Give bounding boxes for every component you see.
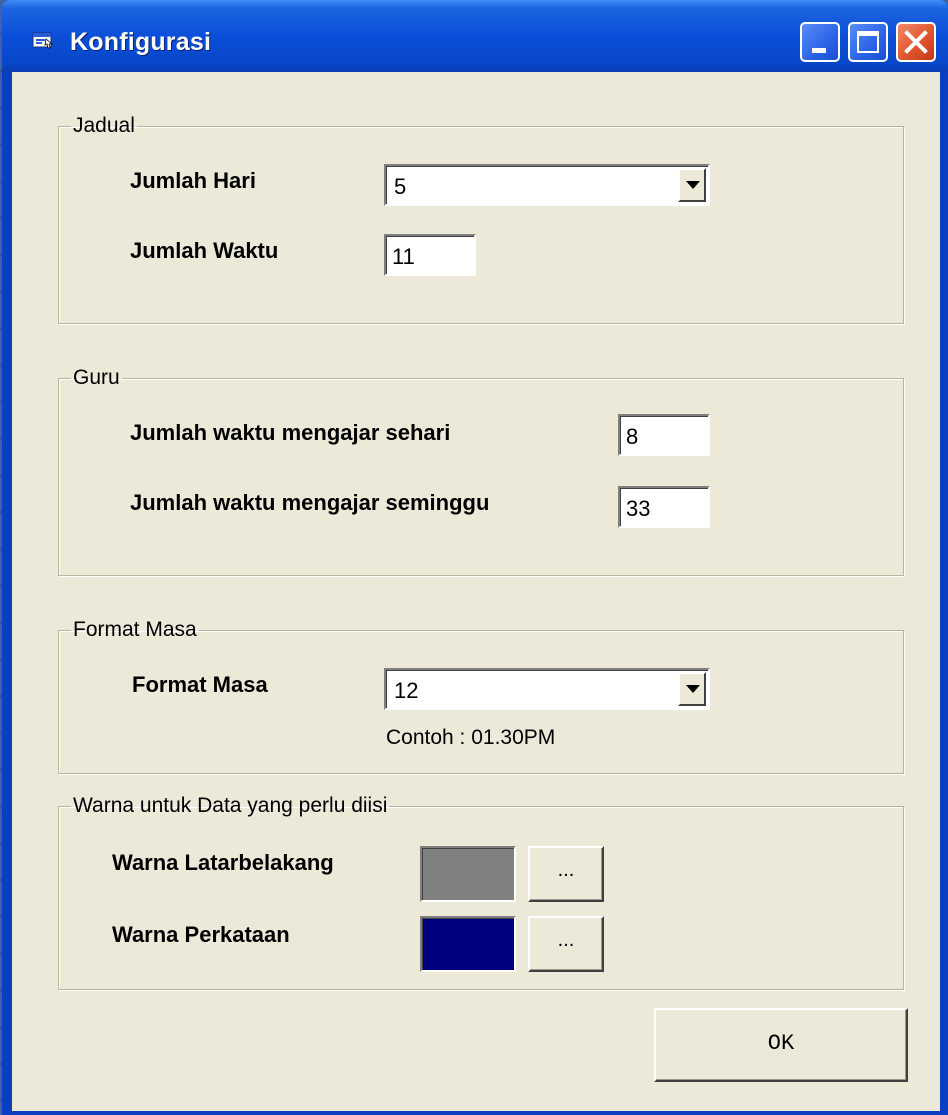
guru-legend: Guru [73,366,120,389]
format-masa-dropdown-button[interactable] [678,672,706,706]
latarbelakang-color-swatch [420,846,516,902]
jumlah-hari-label: Jumlah Hari [130,168,256,193]
jumlah-waktu-input[interactable]: 11 [384,234,476,276]
jumlah-hari-value: 5 [394,174,407,199]
close-icon [904,30,928,54]
waktu-sehari-input[interactable]: 8 [618,414,710,456]
title-bar[interactable]: Konfigurasi [2,0,948,72]
config-dialog: Konfigurasi Jadual Jumlah Hari 5 Jumlah … [2,0,948,1115]
format-masa-example: Contoh : 01.30PM [386,726,556,749]
guru-group: Guru [58,366,904,576]
dialog-client-area: Jadual Jumlah Hari 5 Jumlah Waktu 11 Gur… [12,72,940,1111]
jumlah-hari-select[interactable]: 5 [384,164,710,206]
waktu-seminggu-label: Jumlah waktu mengajar seminggu [130,490,490,515]
format-masa-select[interactable]: 12 [384,668,710,710]
chevron-down-icon [686,181,700,189]
warna-legend: Warna untuk Data yang perlu diisi [73,794,388,817]
close-button[interactable] [896,22,936,62]
warna-latarbelakang-label: Warna Latarbelakang [112,850,334,875]
perkataan-color-button[interactable]: ... [528,916,604,972]
window-title: Konfigurasi [70,28,212,56]
format-masa-legend: Format Masa [73,618,197,641]
maximize-icon [857,31,879,53]
chevron-down-icon [686,685,700,693]
app-window-icon [32,32,54,49]
format-masa-value: 12 [394,678,419,703]
waktu-sehari-label: Jumlah waktu mengajar sehari [130,420,451,445]
latarbelakang-color-button[interactable]: ... [528,846,604,902]
waktu-seminggu-input[interactable]: 33 [618,486,710,528]
jumlah-waktu-label: Jumlah Waktu [130,238,279,263]
jadual-group: Jadual [58,114,904,324]
warna-perkataan-label: Warna Perkataan [112,922,290,947]
maximize-button[interactable] [848,22,888,62]
minimize-button[interactable] [800,22,840,62]
format-masa-label: Format Masa [132,672,268,697]
jumlah-hari-dropdown-button[interactable] [678,168,706,202]
jadual-legend: Jadual [73,114,135,137]
minimize-icon [812,48,826,53]
ok-button[interactable]: OK [654,1008,908,1082]
perkataan-color-swatch [420,916,516,972]
